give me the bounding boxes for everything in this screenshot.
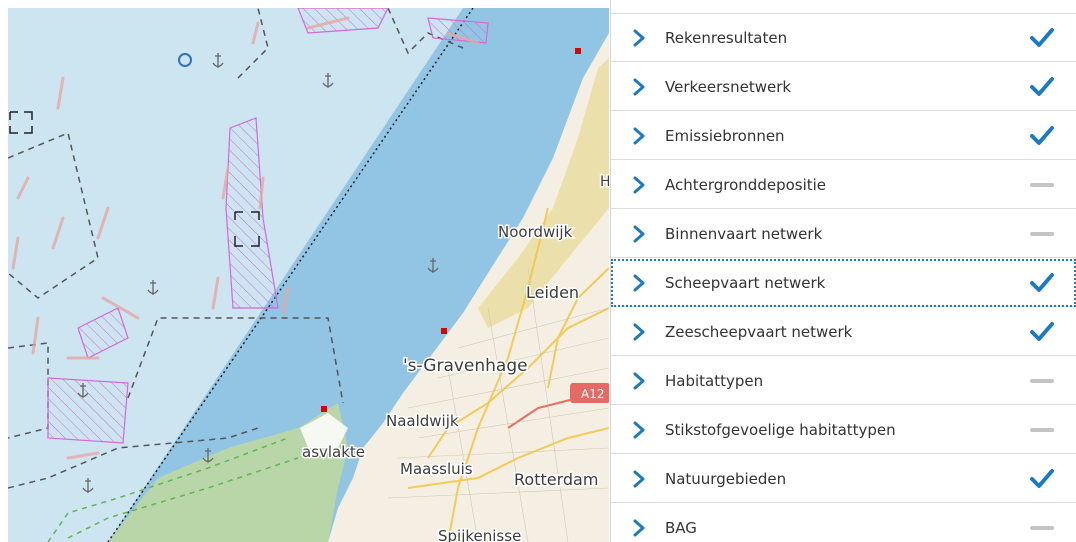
chevron-right-icon[interactable] [626,221,652,247]
layer-label: Emissiebronnen [665,126,785,145]
chevron-right-icon[interactable] [626,74,652,100]
place-label-naaldwijk: Naaldwijk [386,412,459,430]
place-label-leiden: Leiden [526,283,579,302]
place-label-rotterdam: Rotterdam [514,470,598,489]
layer-label: BAG [665,518,697,537]
place-label-maasvlakte: asvlakte [302,443,365,461]
map-view[interactable]: A12 Noordwijk Leiden 's-Gravenhage Naald… [8,8,609,542]
layer-label: Rekenresultaten [665,28,788,47]
place-label-gravenhage: 's-Gravenhage [403,356,528,376]
chevron-right-icon[interactable] [626,417,652,443]
layer-label: Verkeersnetwerk [665,77,792,96]
layer-label: Zeescheepvaart netwerk [665,322,853,341]
layer-row[interactable]: BAG [611,504,1076,542]
chevron-right-icon[interactable] [626,123,652,149]
checkmark-icon[interactable] [1028,318,1056,346]
dash-icon[interactable] [1028,514,1056,542]
layer-row[interactable]: Habitattypen [611,357,1076,405]
dash-icon[interactable] [1028,416,1056,444]
layer-row[interactable]: Rekenresultaten [611,14,1076,62]
checkmark-icon[interactable] [1028,73,1056,101]
layer-label: Scheepvaart netwerk [665,273,826,292]
place-label-maassluis: Maassluis [400,460,473,478]
dash-icon[interactable] [1028,220,1056,248]
layer-label: Natuurgebieden [665,469,787,488]
chevron-right-icon[interactable] [626,466,652,492]
layer-row[interactable]: Stikstofgevoelige habitattypen [611,406,1076,454]
checkmark-icon[interactable] [1028,269,1056,297]
layer-row[interactable]: Emissiebronnen [611,112,1076,160]
layer-row[interactable]: Scheepvaart netwerk [611,259,1076,307]
chevron-right-icon[interactable] [626,172,652,198]
layer-label: Habitattypen [665,371,764,390]
chevron-right-icon[interactable] [626,319,652,345]
layer-row[interactable]: Achtergronddepositie [611,161,1076,209]
chevron-right-icon[interactable] [626,25,652,51]
layer-row[interactable]: Natuurgebieden [611,455,1076,503]
place-label-spijkenisse: Spijkenisse [438,527,521,542]
layer-label: Binnenvaart netwerk [665,224,823,243]
layer-row[interactable]: Verkeersnetwerk [611,63,1076,111]
checkmark-icon[interactable] [1028,24,1056,52]
dash-icon[interactable] [1028,171,1056,199]
place-label-edge: H [600,174,609,190]
checkmark-icon[interactable] [1028,465,1056,493]
layer-label: Achtergronddepositie [665,175,827,194]
chevron-right-icon[interactable] [626,515,652,541]
road-label-a12: A12 [581,387,604,401]
dash-icon[interactable] [1028,367,1056,395]
chevron-right-icon[interactable] [626,368,652,394]
layer-label: Stikstofgevoelige habitattypen [665,420,896,439]
place-label-noordwijk: Noordwijk [498,223,573,241]
layer-row[interactable]: Binnenvaart netwerk [611,210,1076,258]
layer-panel: Rekenresultaten Verkeersnetwerk Emissiebro… [610,0,1076,542]
checkmark-icon[interactable] [1028,122,1056,150]
layer-row[interactable]: Zeescheepvaart netwerk [611,308,1076,356]
chevron-right-icon[interactable] [626,270,652,296]
